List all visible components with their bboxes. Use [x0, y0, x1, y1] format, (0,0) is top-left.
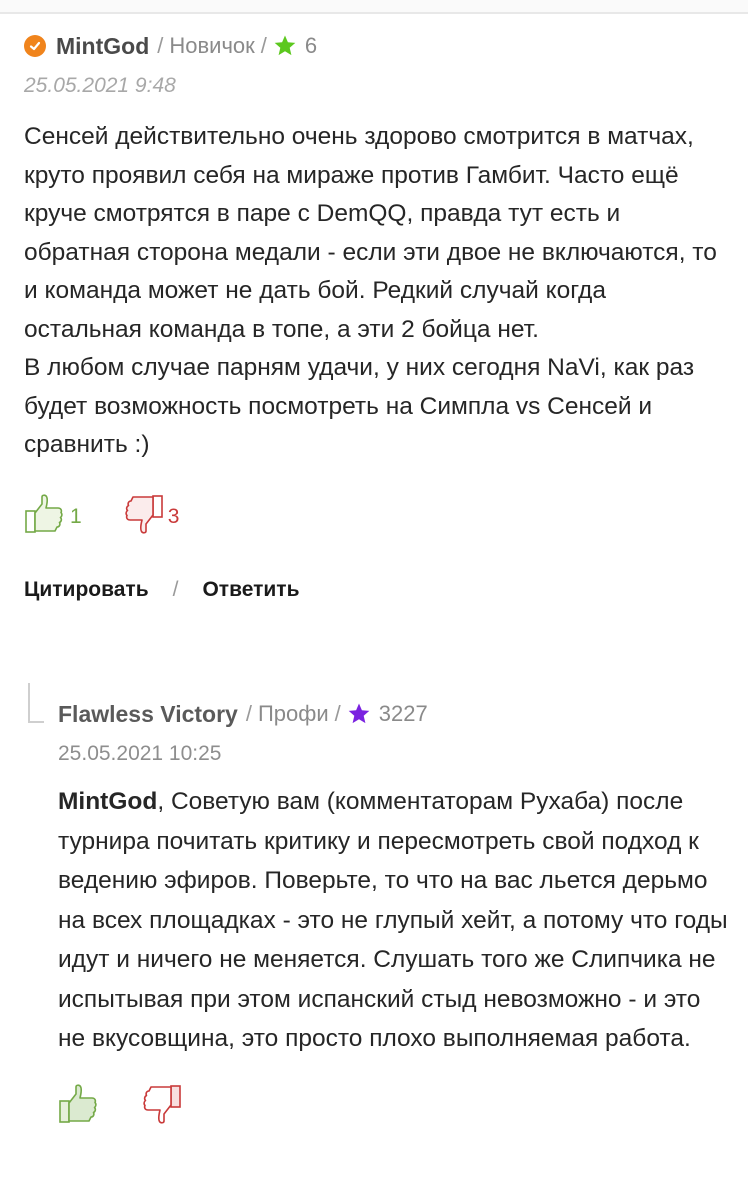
- dislike-group: 3: [122, 493, 180, 540]
- comment-paragraph: Сенсей действительно очень здорово смотр…: [24, 123, 717, 343]
- user-rank: Новичок: [169, 33, 255, 58]
- reply-button[interactable]: Ответить: [202, 578, 299, 602]
- comment-2: Flawless Victory / Профи / 3227 25.05.20…: [58, 694, 728, 1129]
- like-group: [58, 1083, 100, 1130]
- user-points: 6: [304, 33, 318, 58]
- vote-row: 1 3: [24, 493, 724, 540]
- user-points: 3227: [378, 701, 428, 726]
- reply-indicator: [28, 683, 44, 723]
- top-divider: [0, 0, 748, 14]
- comment-paragraph: В любом случае парням удачи, у них сегод…: [24, 354, 695, 458]
- comment-2-header: Flawless Victory / Профи / 3227: [58, 694, 728, 734]
- comment-1-header: MintGod / Новичок / 6: [24, 26, 724, 66]
- separator: /: [260, 33, 267, 58]
- quote-button[interactable]: Цитировать: [24, 578, 149, 602]
- separator: /: [334, 701, 341, 726]
- actions-separator: /: [172, 577, 179, 601]
- comment-date: 25.05.2021 10:25: [58, 742, 222, 765]
- user-mention[interactable]: MintGod: [58, 788, 157, 815]
- user-badge-icon: [24, 35, 46, 57]
- comment-date: 25.05.2021 9:48: [24, 74, 176, 97]
- user-rank: Профи: [257, 701, 329, 726]
- dislike-count: 3: [167, 504, 180, 528]
- comment-actions: Цитировать / Ответить: [24, 575, 724, 605]
- author-name[interactable]: Flawless Victory: [58, 701, 238, 728]
- separator: /: [245, 701, 252, 726]
- star-icon: [347, 702, 371, 726]
- thumbs-up-icon[interactable]: [24, 493, 66, 540]
- author-name[interactable]: MintGod: [56, 33, 149, 60]
- like-count: 1: [70, 504, 82, 528]
- comment-text: , Советую вам (комментаторам Рухаба) пос…: [58, 788, 728, 1052]
- comment-body: Сенсей действительно очень здорово смотр…: [24, 118, 724, 465]
- separator: /: [157, 33, 164, 58]
- like-group: 1: [24, 493, 82, 540]
- dislike-group: [140, 1083, 182, 1130]
- comment-1: MintGod / Новичок / 6 25.05.2021 9:48 Се…: [24, 26, 724, 605]
- thumbs-down-icon[interactable]: [140, 1083, 182, 1130]
- comment-body: MintGod, Советую вам (комментаторам Руха…: [58, 782, 728, 1059]
- vote-row: [58, 1083, 728, 1130]
- thumbs-up-icon[interactable]: [58, 1083, 100, 1130]
- star-icon: [273, 34, 297, 58]
- thumbs-down-icon[interactable]: [122, 493, 164, 540]
